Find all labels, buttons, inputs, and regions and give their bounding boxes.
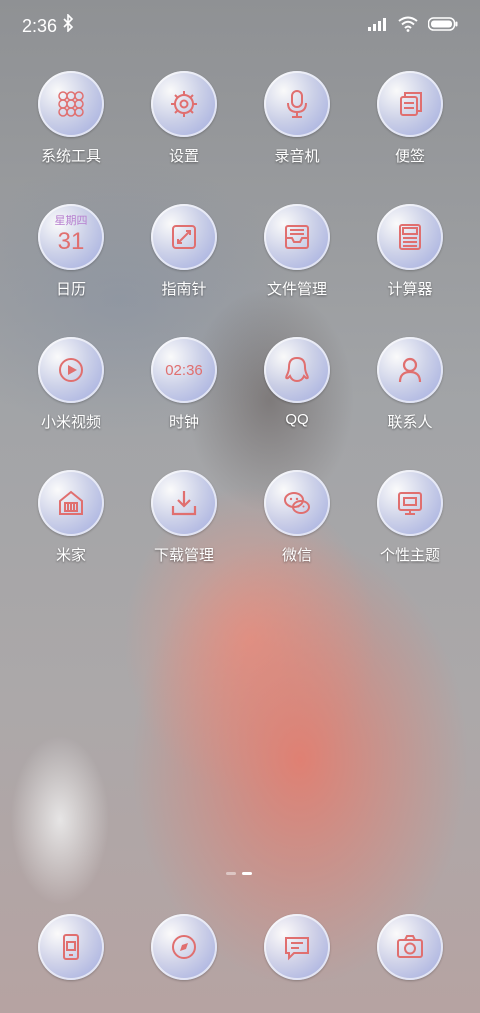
- app-mi-video[interactable]: 小米视频: [16, 337, 126, 432]
- clock-icon: 02:36: [151, 337, 217, 403]
- wifi-icon: [398, 16, 418, 37]
- calculator-icon: [377, 204, 443, 270]
- status-bar: 2:36: [0, 0, 480, 52]
- messages-icon: [264, 914, 330, 980]
- app-label: 文件管理: [266, 281, 327, 298]
- dock-camera[interactable]: [355, 914, 465, 980]
- app-calculator[interactable]: 计算器: [355, 204, 465, 299]
- status-time: 2:36: [22, 16, 58, 36]
- app-label: 联系人: [387, 414, 433, 431]
- notes-icon: [377, 71, 443, 137]
- calendar-weekday: 星期四: [54, 215, 88, 227]
- app-qq[interactable]: QQ: [242, 337, 352, 428]
- app-label: 下载管理: [153, 547, 214, 564]
- tools-folder-icon: [38, 71, 104, 137]
- app-label: 录音机: [274, 148, 320, 165]
- app-label: 个性主题: [379, 547, 440, 564]
- app-label: 便签: [394, 148, 425, 165]
- app-label: QQ: [285, 411, 309, 428]
- mihome-icon: [38, 470, 104, 536]
- bluetooth-icon: [62, 13, 74, 37]
- app-calendar[interactable]: 星期四 31 日历: [16, 204, 126, 299]
- app-label: 日历: [55, 281, 86, 298]
- clock-face-time: 02:36: [165, 361, 203, 379]
- microphone-icon: [264, 71, 330, 137]
- page-dot-active: [242, 872, 252, 875]
- app-file-manager[interactable]: 文件管理: [242, 204, 352, 299]
- signal-icon: [368, 17, 388, 36]
- calendar-icon: 星期四 31: [38, 204, 104, 270]
- app-system-tools[interactable]: 系统工具: [16, 71, 126, 166]
- qq-icon: [264, 337, 330, 403]
- app-wechat[interactable]: 微信: [242, 470, 352, 565]
- file-manager-icon: [264, 204, 330, 270]
- app-label: 小米视频: [40, 414, 101, 431]
- page-dot: [226, 872, 236, 875]
- app-recorder[interactable]: 录音机: [242, 71, 352, 166]
- app-label: 计算器: [387, 281, 433, 298]
- app-clock[interactable]: 02:36 时钟: [129, 337, 239, 432]
- dock-messages[interactable]: [242, 914, 352, 980]
- app-label: 设置: [168, 148, 199, 165]
- gear-icon: [151, 71, 217, 137]
- phone-icon: [38, 914, 104, 980]
- app-downloads[interactable]: 下载管理: [129, 470, 239, 565]
- compass-icon: [151, 204, 217, 270]
- app-label: 微信: [281, 547, 312, 564]
- wechat-icon: [264, 470, 330, 536]
- app-label: 指南针: [161, 281, 207, 298]
- themes-icon: [377, 470, 443, 536]
- app-themes[interactable]: 个性主题: [355, 470, 465, 565]
- download-icon: [151, 470, 217, 536]
- calendar-day: 31: [57, 228, 85, 255]
- app-notes[interactable]: 便签: [355, 71, 465, 166]
- battery-icon: [427, 17, 458, 36]
- app-contacts[interactable]: 联系人: [355, 337, 465, 432]
- app-compass[interactable]: 指南针: [129, 204, 239, 299]
- app-mihome[interactable]: 米家: [16, 470, 126, 565]
- video-icon: [38, 337, 104, 403]
- camera-icon: [377, 914, 443, 980]
- browser-icon: [151, 914, 217, 980]
- app-label: 米家: [55, 547, 86, 564]
- app-label: 系统工具: [40, 148, 101, 165]
- page-indicator: [226, 872, 252, 875]
- dock-browser[interactable]: [129, 914, 239, 980]
- dock-phone[interactable]: [16, 914, 126, 980]
- app-settings[interactable]: 设置: [129, 71, 239, 166]
- app-label: 时钟: [168, 414, 199, 431]
- contacts-icon: [377, 337, 443, 403]
